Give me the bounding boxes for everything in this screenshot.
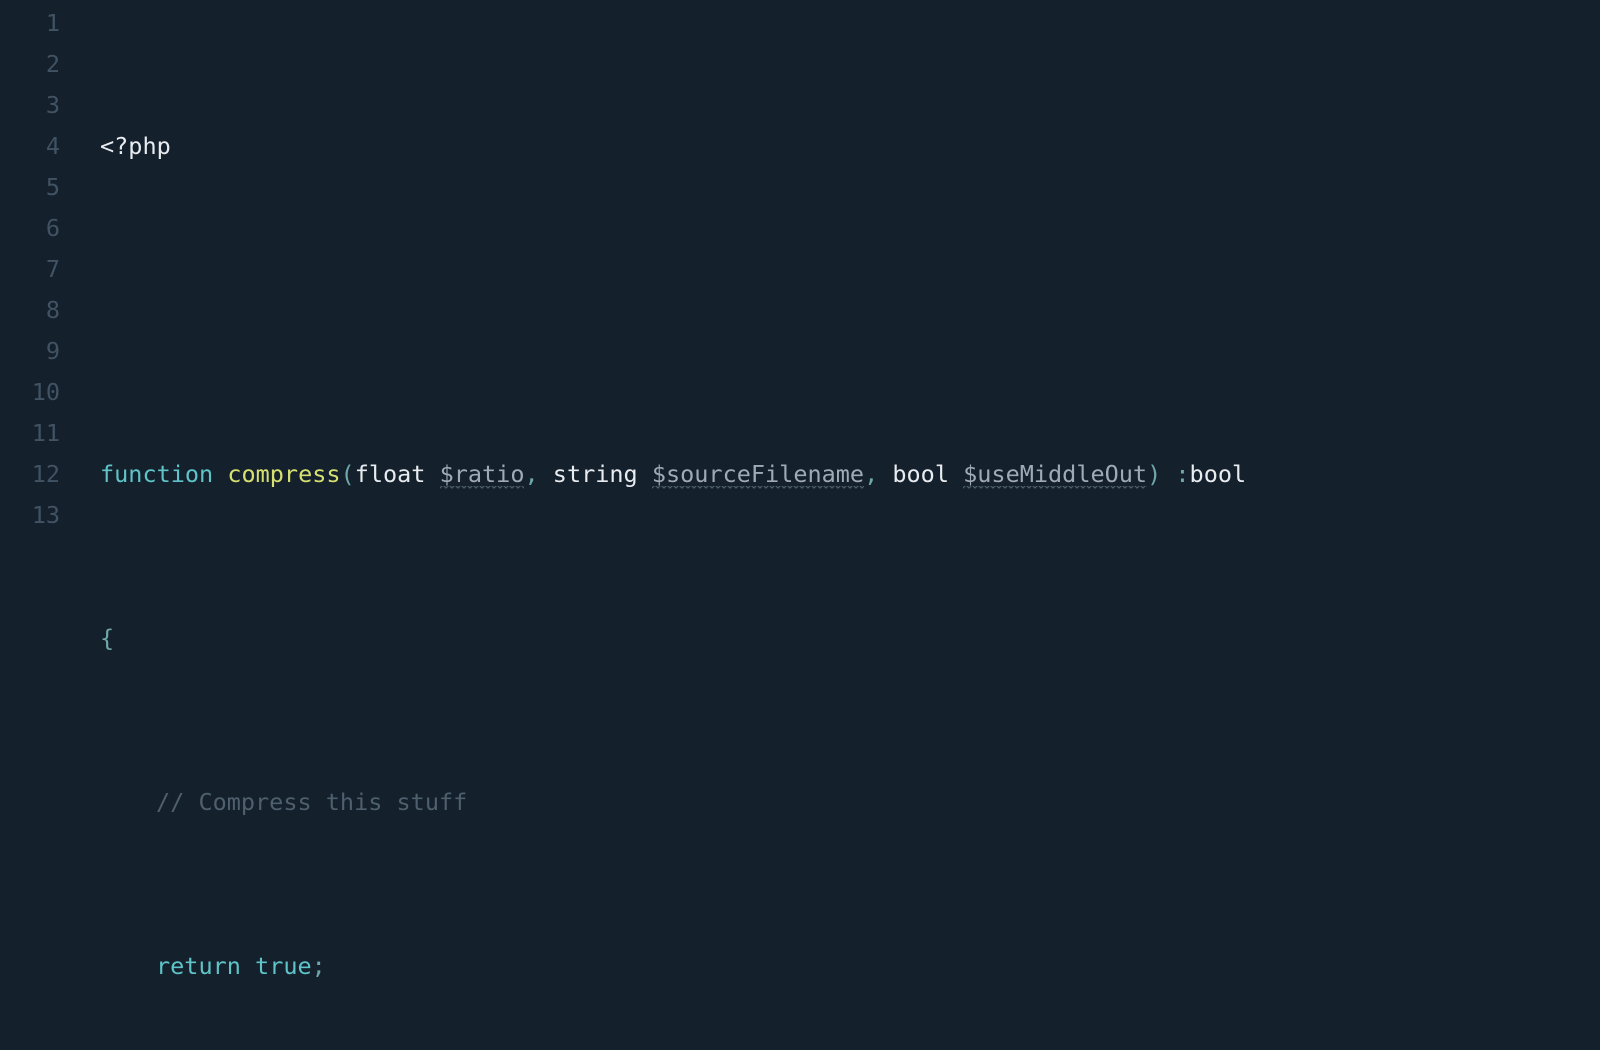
paren-open: ( <box>341 460 355 488</box>
function-name: compress <box>227 460 340 488</box>
comment: // Compress this stuff <box>156 788 467 816</box>
line-number: 6 <box>0 208 60 249</box>
line-number: 2 <box>0 44 60 85</box>
line-number: 4 <box>0 126 60 167</box>
keyword-true: true <box>255 952 312 980</box>
code-editor[interactable]: 1 2 3 4 5 6 7 8 9 10 11 12 13 <?php func… <box>0 0 1600 1050</box>
keyword-function: function <box>100 460 213 488</box>
line-number: 9 <box>0 331 60 372</box>
keyword-return: return <box>156 952 241 980</box>
comma: , <box>864 460 878 488</box>
code-line[interactable]: // Compress this stuff <box>80 782 1246 823</box>
param-ratio: $ratio <box>440 460 525 490</box>
line-number: 3 <box>0 85 60 126</box>
code-line[interactable]: { <box>80 618 1246 659</box>
line-number: 11 <box>0 413 60 454</box>
param-use-middle-out: $useMiddleOut <box>963 460 1147 490</box>
line-number: 7 <box>0 249 60 290</box>
line-number: 5 <box>0 167 60 208</box>
semicolon: ; <box>312 952 326 980</box>
code-area[interactable]: <?php function compress(float $ratio, st… <box>80 0 1246 1050</box>
type-float: float <box>355 460 426 488</box>
colon: : <box>1175 460 1189 488</box>
line-number: 12 <box>0 454 60 495</box>
type-string: string <box>553 460 638 488</box>
comma: , <box>524 460 538 488</box>
line-number: 13 <box>0 495 60 536</box>
code-line[interactable]: function compress(float $ratio, string $… <box>80 454 1246 495</box>
line-number: 10 <box>0 372 60 413</box>
line-number-gutter: 1 2 3 4 5 6 7 8 9 10 11 12 13 <box>0 0 80 1050</box>
line-number: 8 <box>0 290 60 331</box>
paren-close: ) <box>1147 460 1161 488</box>
code-line[interactable]: <?php <box>80 126 1246 167</box>
brace-open: { <box>100 624 114 652</box>
param-source-filename: $sourceFilename <box>652 460 864 490</box>
code-line[interactable] <box>80 290 1246 331</box>
return-type-bool: bool <box>1190 460 1247 488</box>
code-line[interactable]: return true; <box>80 946 1246 987</box>
line-number: 1 <box>0 3 60 44</box>
type-bool: bool <box>892 460 949 488</box>
php-open-tag: <?php <box>100 132 171 160</box>
